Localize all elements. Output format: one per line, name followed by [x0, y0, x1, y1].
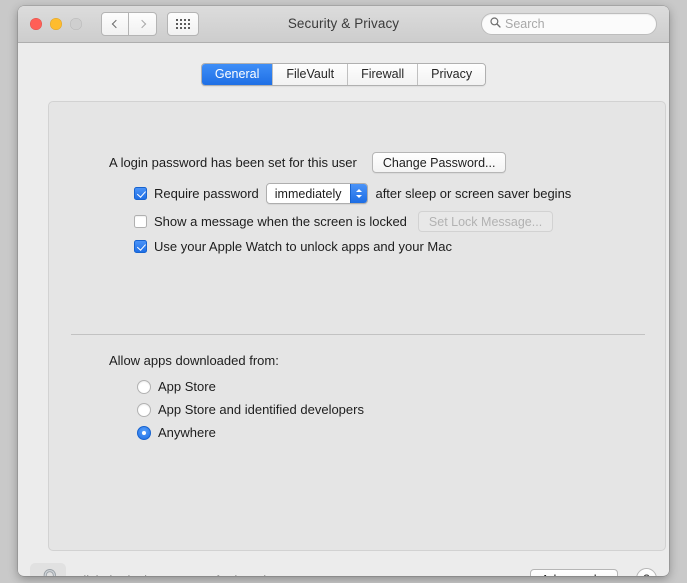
section-divider [71, 334, 645, 335]
require-password-row: Require password immediately after sleep… [134, 183, 571, 204]
require-password-delay-value: immediately [266, 184, 351, 203]
radio-anywhere[interactable] [137, 425, 151, 440]
tab-privacy[interactable]: Privacy [417, 64, 486, 85]
gatekeeper-option-app-store[interactable]: App Store [137, 379, 216, 394]
tab-firewall[interactable]: Firewall [347, 64, 418, 85]
window-footer: Click the lock to prevent further change… [18, 551, 669, 576]
apple-watch-row: Use your Apple Watch to unlock apps and … [134, 239, 452, 254]
require-password-checkbox[interactable] [134, 187, 147, 200]
apple-watch-checkbox[interactable] [134, 240, 147, 253]
security-privacy-window: Security & Privacy Search General FileVa… [18, 6, 669, 576]
window-body: General FileVault Firewall Privacy A log… [18, 43, 669, 576]
gatekeeper-heading-row: Allow apps downloaded from: [109, 353, 279, 368]
radio-identified-developers-label: App Store and identified developers [158, 402, 364, 417]
require-password-suffix-label: after sleep or screen saver begins [375, 186, 572, 201]
show-lock-message-row: Show a message when the screen is locked… [134, 211, 554, 232]
gatekeeper-option-anywhere[interactable]: Anywhere [137, 425, 216, 440]
apple-watch-label: Use your Apple Watch to unlock apps and … [154, 239, 452, 254]
login-password-label: A login password has been set for this u… [109, 155, 357, 170]
set-lock-message-button[interactable]: Set Lock Message... [417, 211, 554, 232]
gatekeeper-heading: Allow apps downloaded from: [109, 353, 279, 368]
show-lock-message-label: Show a message when the screen is locked [154, 214, 407, 229]
radio-app-store-label: App Store [158, 379, 216, 394]
gatekeeper-option-identified-developers[interactable]: App Store and identified developers [137, 402, 364, 417]
unlocked-padlock-icon [43, 569, 56, 576]
general-settings-panel: A login password has been set for this u… [48, 101, 666, 551]
advanced-button[interactable]: Advanced... [529, 569, 618, 576]
radio-app-store[interactable] [137, 379, 151, 394]
require-password-delay-popup[interactable]: immediately [265, 183, 369, 204]
lock-status-text: Click the lock to prevent further change… [74, 573, 310, 576]
show-lock-message-checkbox[interactable] [134, 215, 147, 228]
lock-button[interactable] [30, 563, 66, 576]
radio-anywhere-label: Anywhere [158, 425, 216, 440]
tab-bar: General FileVault Firewall Privacy [18, 63, 669, 86]
help-button[interactable]: ? [636, 568, 657, 576]
change-password-button[interactable]: Change Password... [371, 152, 507, 173]
window-titlebar: Security & Privacy Search [18, 6, 669, 43]
login-password-row: A login password has been set for this u… [109, 152, 507, 173]
search-placeholder: Search [505, 17, 545, 31]
tab-filevault[interactable]: FileVault [272, 64, 348, 85]
search-icon [490, 15, 501, 33]
search-field[interactable]: Search [481, 13, 657, 35]
tab-general[interactable]: General [201, 64, 273, 85]
require-password-label: Require password [154, 186, 259, 201]
radio-app-store-and-identified-developers[interactable] [137, 402, 151, 417]
chevron-updown-icon [350, 184, 368, 203]
